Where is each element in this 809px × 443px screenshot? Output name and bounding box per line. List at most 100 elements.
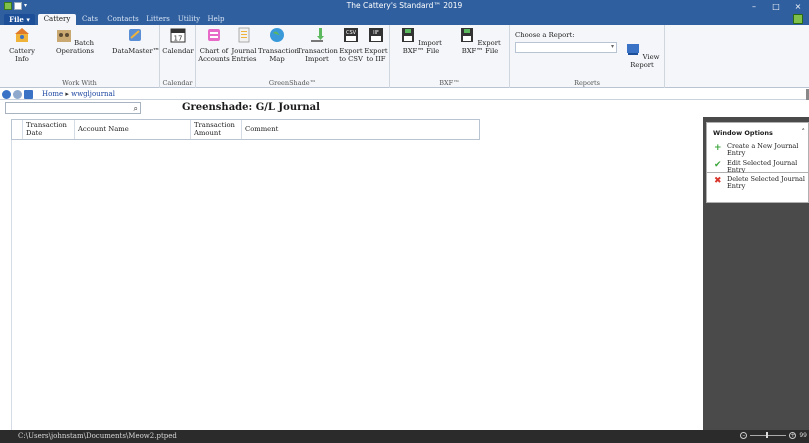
page-title: Greenshade: G/L Journal [182,102,320,113]
export-csv-icon: CSV [344,28,358,42]
import-bxf-icon [402,28,415,42]
window-title: The Cattery's Standard™ 2019 [346,1,463,10]
window-options-panel-continued: ✖ Delete Selected Journal Entry [706,173,809,203]
column-header-account-name[interactable]: Account Name [75,120,191,139]
calendar-icon-day: 17 [174,35,183,43]
export-iif-icon-text: IIF [373,30,379,36]
search-icon[interactable]: ⌕ [134,104,138,114]
zoom-control: – + 99 [740,432,807,439]
tab-help[interactable]: Help [206,14,226,25]
home-icon[interactable] [24,90,33,99]
export-csv-button[interactable]: CSV Export to CSV [339,27,363,63]
chart-of-accounts-label: Chart of Accounts [198,47,230,63]
view-report-button[interactable]: View Report [620,27,664,69]
breadcrumb-current[interactable]: wwgljournal [71,90,115,98]
journal-entries-icon [238,27,250,43]
delete-journal-entry-button[interactable]: ✖ Delete Selected Journal Entry [714,176,808,190]
export-bxf-button[interactable]: Export BXF™ File [452,27,508,55]
window-options-panel: Window Options ˄ + Create a New Journal … [706,122,809,174]
group-calendar: 17 Calendar Calendar [160,25,196,88]
report-select[interactable]: ▾ [515,42,617,53]
breadcrumb: Home ▸ wwgljournal [42,89,115,99]
tab-cattery[interactable]: Cattery [38,14,76,25]
tab-utility[interactable]: Utility [176,14,202,25]
transaction-map-icon [270,28,284,42]
zoom-slider-thumb[interactable] [766,432,769,438]
view-report-icon [626,44,639,55]
collapse-icon[interactable]: ˄ [802,128,806,136]
window-options-title: Window Options [713,129,773,137]
tab-file[interactable]: File ▾ [4,14,35,25]
cattery-info-button[interactable]: Cattery Info [2,27,42,63]
zoom-slider[interactable] [750,432,787,438]
create-journal-entry-label: Create a New Journal Entry [727,142,799,157]
group-work-with: Cattery Info Batch Operations DataMaster… [0,25,160,88]
group-greenshade: Chart of Accounts Journal Entries Transa… [196,25,390,88]
status-bar: C:\Users\johnstam\Documents\Meow2.ptped … [0,430,809,443]
tab-litters[interactable]: Litters [144,14,172,25]
journal-entries-button[interactable]: Journal Entries [231,27,257,63]
export-iif-label: Export to IIF [364,47,388,63]
chart-of-accounts-button[interactable]: Chart of Accounts [198,27,230,63]
calendar-label: Calendar [162,47,194,55]
journal-entries-label: Journal Entries [231,47,257,63]
forward-icon[interactable] [13,90,22,99]
tab-contacts[interactable]: Contacts [106,14,140,25]
tab-cats[interactable]: Cats [79,14,101,25]
row-selector-header[interactable] [12,120,23,139]
calendar-icon: 17 [170,28,186,43]
title-bar: ▾ The Cattery's Standard™ 2019 – □ × [0,0,809,13]
transaction-map-button[interactable]: Transaction Map [258,27,299,63]
search-input[interactable]: ⌕ [5,102,141,114]
export-bxf-icon [461,28,474,42]
chevron-down-icon: ▾ [610,43,614,50]
datamaster-icon [129,29,141,41]
column-header-comment[interactable]: Comment [242,120,479,139]
delete-journal-entry-label: Delete Selected Journal Entry [727,175,806,190]
group-label-work-with: Work With [62,79,97,87]
minimize-button[interactable]: – [743,0,765,13]
choose-report-label: Choose a Report: [515,31,575,39]
address-bar: Home ▸ wwgljournal [0,89,809,100]
grid-left-border [11,140,12,430]
edit-journal-entry-button[interactable]: ✔ Edit Selected Journal Entry [714,160,808,174]
column-header-transaction-amount[interactable]: Transaction Amount [191,120,242,139]
breadcrumb-separator: ▸ [65,90,69,98]
app-options-icon[interactable] [793,14,803,24]
cattery-info-label: Cattery Info [9,47,35,63]
group-label-greenshade: GreenShade™ [268,79,317,87]
zoom-in-icon[interactable]: + [789,432,797,439]
ribbon: Cattery Info Batch Operations DataMaster… [0,25,809,88]
group-label-bxf: BXF™ [439,79,460,87]
cattery-info-icon [15,28,29,42]
create-journal-entry-button[interactable]: + Create a New Journal Entry [714,143,808,157]
column-header-transaction-date[interactable]: Transaction Date [23,120,75,139]
delete-icon: ✖ [714,176,722,186]
transaction-import-button[interactable]: Transaction Import [297,27,338,63]
batch-operations-icon [56,30,71,42]
batch-operations-button[interactable]: Batch Operations [48,27,102,55]
group-bxf: Import BXF™ File Export BXF™ File BXF™ [390,25,510,88]
zoom-value: 99 [799,432,807,439]
journal-grid: Transaction Date Account Name Transactio… [11,119,480,140]
transaction-import-icon [311,28,324,42]
back-icon[interactable] [2,90,11,99]
export-iif-button[interactable]: IIF Export to IIF [364,27,388,63]
import-bxf-button[interactable]: Import BXF™ File [394,27,448,55]
datamaster-button[interactable]: DataMaster™ [112,27,160,55]
breadcrumb-home[interactable]: Home [42,90,63,98]
transaction-map-label: Transaction Map [258,47,299,63]
calendar-button[interactable]: 17 Calendar [162,27,194,55]
plus-icon: + [714,143,722,153]
export-csv-icon-text: CSV [346,30,357,36]
file-path: C:\Users\johnstam\Documents\Meow2.ptped [18,432,177,440]
group-label-reports: Reports [574,79,600,87]
export-iif-icon: IIF [369,28,383,42]
chart-of-accounts-icon [208,29,220,41]
close-button[interactable]: × [787,0,809,13]
maximize-button[interactable]: □ [765,0,787,13]
edit-journal-entry-label: Edit Selected Journal Entry [727,159,798,174]
zoom-out-icon[interactable]: – [740,432,748,439]
check-icon: ✔ [714,160,722,170]
transaction-import-label: Transaction Import [297,47,338,63]
